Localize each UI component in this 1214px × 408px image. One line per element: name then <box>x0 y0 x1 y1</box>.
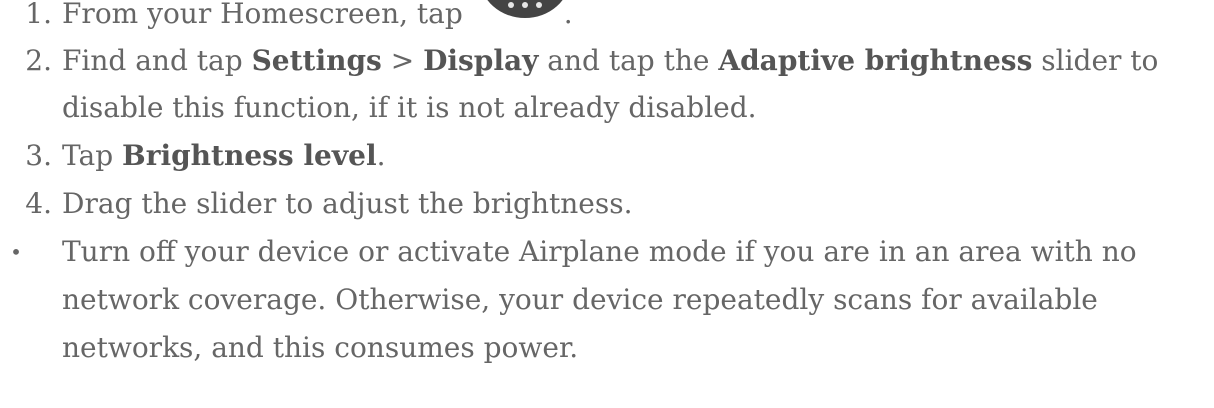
bullet-icon: • <box>10 240 22 264</box>
step-text: From your Homescreen, tap . <box>62 0 1214 34</box>
step-1-text: From your Homescreen, tap <box>62 0 463 30</box>
step-number: 3. <box>25 139 52 172</box>
tip-line-1: Turn off your device or activate Airplan… <box>62 235 1137 268</box>
settings-label: Settings <box>251 44 382 77</box>
step-2-text-b: and tap the <box>538 44 719 77</box>
display-label: Display <box>423 44 539 77</box>
tip-line-3: networks, and this consumes power. <box>62 331 579 364</box>
tip-line-2: network coverage. Otherwise, your device… <box>62 283 1098 316</box>
step-2-separator: > <box>381 44 424 77</box>
adaptive-brightness-label: Adaptive brightness <box>718 44 1033 77</box>
step-3-period: . <box>376 139 386 172</box>
step-3-text-a: Tap <box>62 139 123 172</box>
step-2-line-2: disable this function, if it is not alre… <box>62 91 757 124</box>
step-4-text: Drag the slider to adjust the brightness… <box>62 187 633 220</box>
step-number: 4. <box>25 187 52 220</box>
step-number: 1. <box>25 0 52 30</box>
apps-icon-dots <box>507 2 542 8</box>
apps-grid-icon <box>472 0 564 34</box>
step-1-period: . <box>563 0 573 30</box>
step-2-text-a: Find and tap <box>62 44 252 77</box>
step-number: 2. <box>25 44 52 77</box>
brightness-level-label: Brightness level <box>122 139 377 172</box>
step-text: Find and tap Settings > Display and tap … <box>62 41 1214 81</box>
step-text: Tap Brightness level. <box>62 136 1214 176</box>
step-2-text-c: slider to <box>1032 44 1159 77</box>
